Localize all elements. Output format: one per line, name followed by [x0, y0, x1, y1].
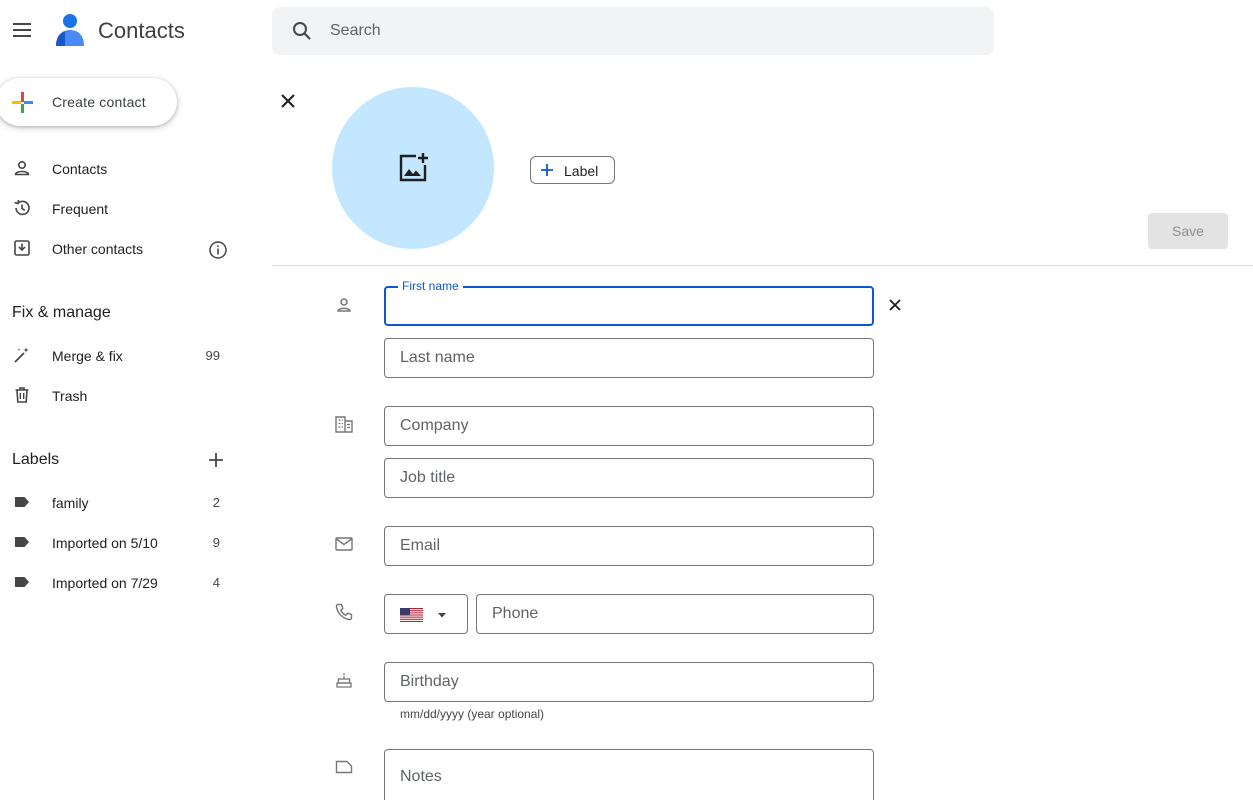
mail-icon	[335, 537, 353, 551]
create-contact-button[interactable]: Create contact	[0, 78, 177, 126]
add-photo-icon	[399, 153, 428, 182]
note-icon	[335, 760, 353, 774]
person-outline-icon	[14, 160, 30, 176]
sidebar-item-frequent[interactable]: Frequent	[0, 190, 240, 230]
first-name-input[interactable]	[400, 288, 860, 324]
search-icon[interactable]	[290, 19, 314, 43]
label-tag-icon	[15, 537, 29, 547]
label-item-count: 9	[212, 535, 220, 550]
cake-icon	[336, 672, 352, 688]
building-icon	[335, 416, 353, 433]
job-title-input[interactable]	[400, 459, 860, 497]
magic-wand-icon	[14, 347, 29, 363]
sidebar-item-contacts[interactable]: Contacts	[0, 150, 240, 190]
labels-title: Labels	[12, 451, 60, 468]
merge-fix-count: 99	[205, 348, 220, 363]
label-item-family[interactable]: family 2	[0, 484, 240, 524]
sidebar-item-label: Merge & fix	[52, 348, 123, 364]
editor-divider	[272, 265, 1253, 266]
notes-field[interactable]	[384, 749, 874, 800]
label-tag-icon	[15, 497, 29, 507]
label-item-count: 2	[212, 495, 220, 510]
archive-download-icon	[14, 240, 30, 256]
phone-input[interactable]	[492, 595, 862, 633]
info-icon[interactable]	[208, 240, 228, 260]
label-button-text: Label	[564, 163, 599, 179]
add-photo-avatar[interactable]	[332, 87, 494, 249]
app-title: Contacts	[98, 18, 185, 43]
add-label-button[interactable]: Label	[530, 156, 615, 184]
phone-icon	[335, 603, 353, 621]
sidebar-item-merge-fix[interactable]: Merge & fix 99	[0, 337, 240, 377]
us-flag-icon	[400, 608, 423, 622]
birthday-hint: mm/dd/yyyy (year optional)	[400, 707, 545, 721]
sidebar-item-label: Contacts	[52, 161, 108, 177]
birthday-input[interactable]	[400, 663, 860, 701]
label-tag-icon	[15, 577, 29, 587]
sidebar-item-label: Other contacts	[52, 241, 144, 257]
label-item-count: 4	[212, 575, 220, 590]
last-name-input[interactable]	[400, 339, 860, 377]
label-item-imported-5-10[interactable]: Imported on 5/10 9	[0, 524, 240, 564]
sidebar-item-label: Trash	[52, 388, 88, 404]
plus-icon	[541, 164, 553, 176]
sidebar-item-other-contacts[interactable]: Other contacts	[0, 230, 240, 270]
create-contact-label: Create contact	[52, 94, 146, 110]
hamburger-menu-icon	[13, 23, 31, 37]
birthday-field[interactable]	[384, 662, 874, 702]
search-bar[interactable]	[272, 7, 994, 55]
label-item-name: family	[52, 495, 89, 511]
history-icon	[14, 199, 30, 216]
company-input[interactable]	[400, 407, 860, 445]
sidebar-item-label: Frequent	[52, 201, 109, 217]
trash-icon	[15, 387, 29, 403]
company-field[interactable]	[384, 406, 874, 446]
label-item-imported-7-29[interactable]: Imported on 7/29 4	[0, 564, 240, 604]
clear-name-button[interactable]	[885, 295, 905, 315]
first-name-field[interactable]: First name	[384, 279, 874, 326]
add-label-icon[interactable]	[204, 448, 228, 472]
last-name-field[interactable]	[384, 338, 874, 378]
main-menu-button[interactable]	[10, 18, 34, 42]
save-button[interactable]: Save	[1148, 213, 1228, 249]
person-outline-icon	[337, 298, 351, 312]
close-editor-button[interactable]	[276, 89, 300, 113]
colored-plus-icon	[12, 92, 33, 113]
label-item-name: Imported on 7/29	[52, 575, 158, 591]
fix-manage-title: Fix & manage	[12, 304, 111, 321]
close-icon	[889, 299, 901, 311]
notes-input[interactable]	[400, 758, 860, 796]
email-input[interactable]	[400, 527, 860, 565]
contacts-logo[interactable]	[54, 12, 88, 48]
country-code-select[interactable]	[384, 594, 468, 634]
label-item-name: Imported on 5/10	[52, 535, 158, 551]
email-field[interactable]	[384, 526, 874, 566]
search-input[interactable]	[330, 7, 970, 55]
caret-down-icon	[438, 613, 446, 618]
job-title-field[interactable]	[384, 458, 874, 498]
contacts-person-logo	[56, 14, 84, 46]
phone-field[interactable]	[476, 594, 874, 634]
close-icon	[281, 94, 295, 108]
save-button-label: Save	[1172, 223, 1204, 239]
sidebar-item-trash[interactable]: Trash	[0, 377, 240, 417]
